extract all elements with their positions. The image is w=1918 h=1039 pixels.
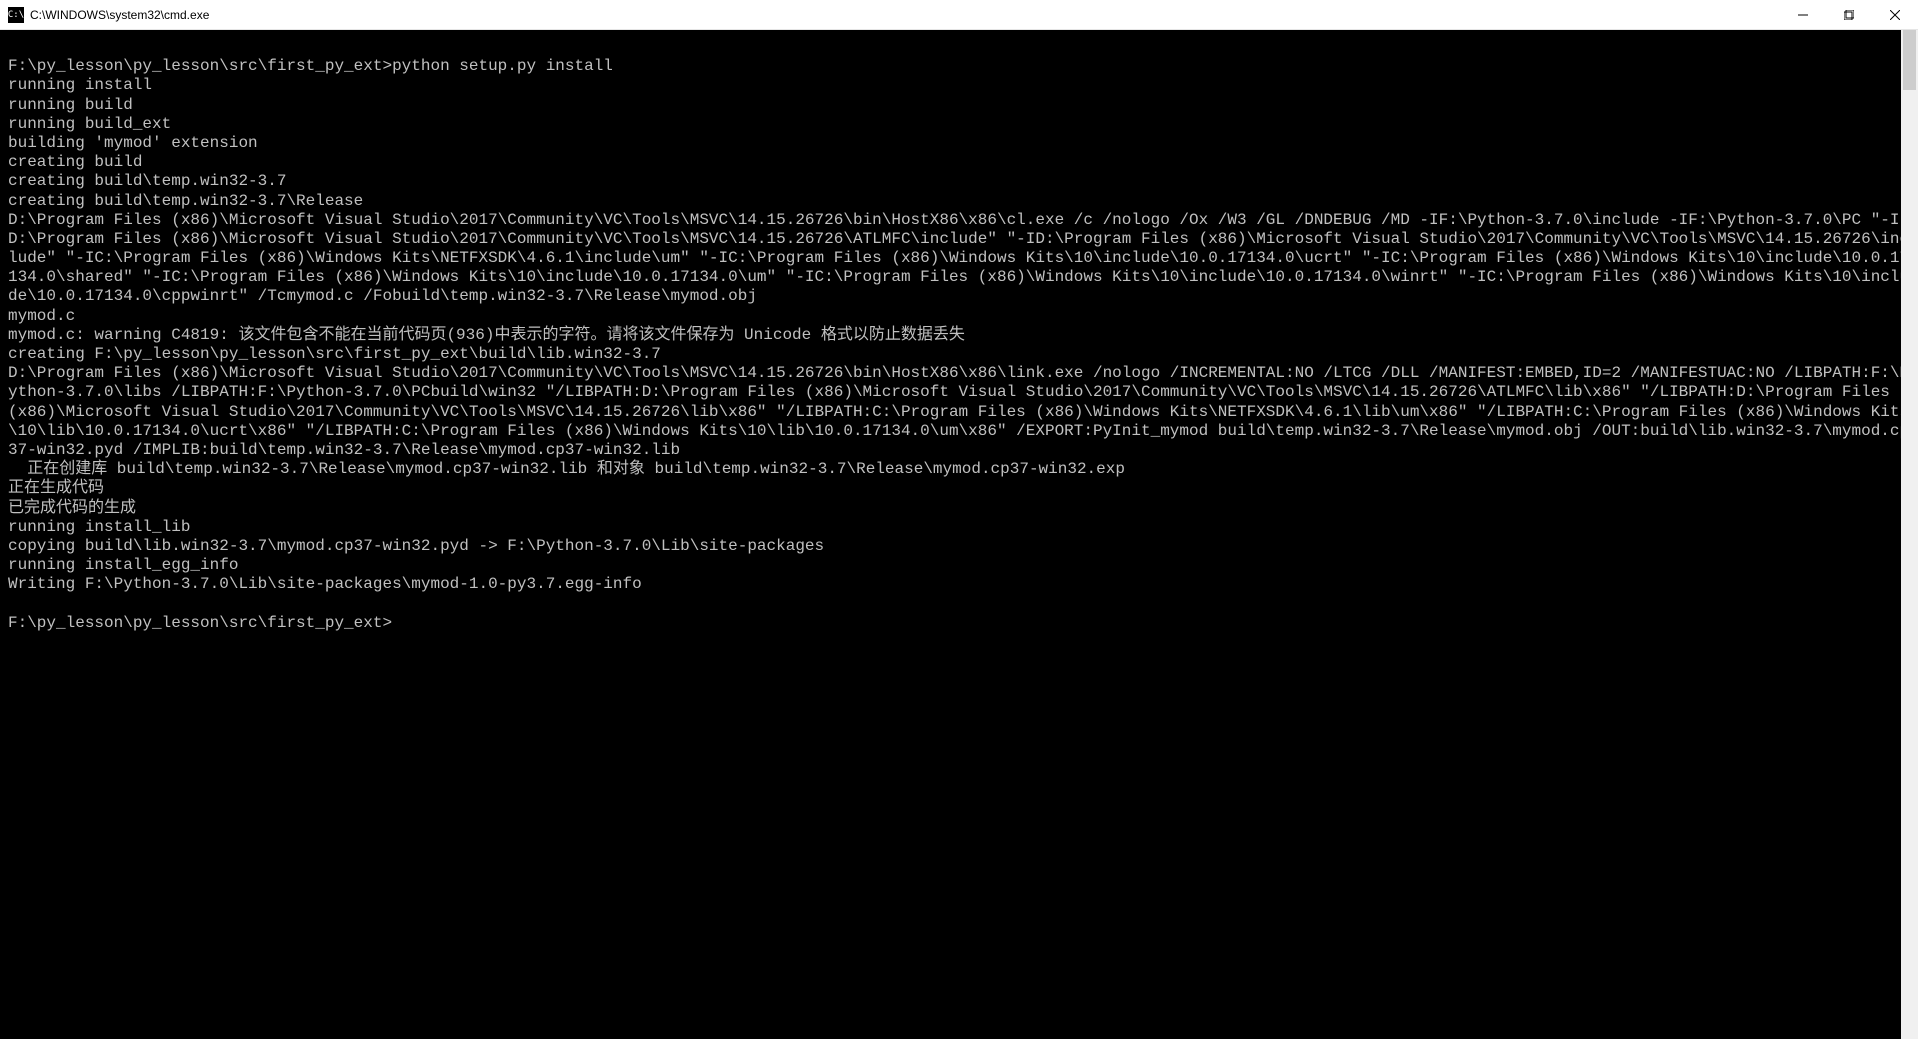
terminal-line: 正在生成代码 [8, 479, 1910, 498]
terminal-line: D:\Program Files (x86)\Microsoft Visual … [8, 364, 1910, 460]
maximize-button[interactable] [1826, 0, 1872, 29]
terminal-line: Writing F:\Python-3.7.0\Lib\site-package… [8, 575, 1910, 594]
cmd-icon: C:\ [8, 7, 24, 23]
terminal-line: F:\py_lesson\py_lesson\src\first_py_ext>… [8, 57, 1910, 76]
terminal-line: 正在创建库 build\temp.win32-3.7\Release\mymod… [8, 460, 1910, 479]
terminal-line: running build [8, 96, 1910, 115]
terminal-line [8, 38, 1910, 57]
terminal-line: creating build\temp.win32-3.7 [8, 172, 1910, 191]
scrollbar-thumb[interactable] [1903, 30, 1916, 90]
terminal-line: creating build [8, 153, 1910, 172]
terminal-line: creating build\temp.win32-3.7\Release [8, 192, 1910, 211]
vertical-scrollbar[interactable] [1901, 30, 1918, 1039]
terminal-line: mymod.c: warning C4819: 该文件包含不能在当前代码页(93… [8, 326, 1910, 345]
terminal-line: running install [8, 76, 1910, 95]
minimize-button[interactable] [1780, 0, 1826, 29]
terminal-line [8, 594, 1910, 613]
terminal-area[interactable]: F:\py_lesson\py_lesson\src\first_py_ext>… [0, 30, 1918, 1039]
terminal-line: building 'mymod' extension [8, 134, 1910, 153]
terminal-line: mymod.c [8, 307, 1910, 326]
terminal-line: D:\Program Files (x86)\Microsoft Visual … [8, 211, 1910, 307]
terminal-line: 已完成代码的生成 [8, 499, 1910, 518]
terminal-line: running install_egg_info [8, 556, 1910, 575]
terminal-output[interactable]: F:\py_lesson\py_lesson\src\first_py_ext>… [0, 30, 1918, 1039]
window-title: C:\WINDOWS\system32\cmd.exe [30, 8, 1780, 22]
close-button[interactable] [1872, 0, 1918, 29]
terminal-line: running install_lib [8, 518, 1910, 537]
terminal-line: F:\py_lesson\py_lesson\src\first_py_ext> [8, 614, 1910, 633]
window-controls [1780, 0, 1918, 29]
terminal-line: running build_ext [8, 115, 1910, 134]
terminal-line: creating F:\py_lesson\py_lesson\src\firs… [8, 345, 1910, 364]
window-titlebar: C:\ C:\WINDOWS\system32\cmd.exe [0, 0, 1918, 30]
terminal-line: copying build\lib.win32-3.7\mymod.cp37-w… [8, 537, 1910, 556]
